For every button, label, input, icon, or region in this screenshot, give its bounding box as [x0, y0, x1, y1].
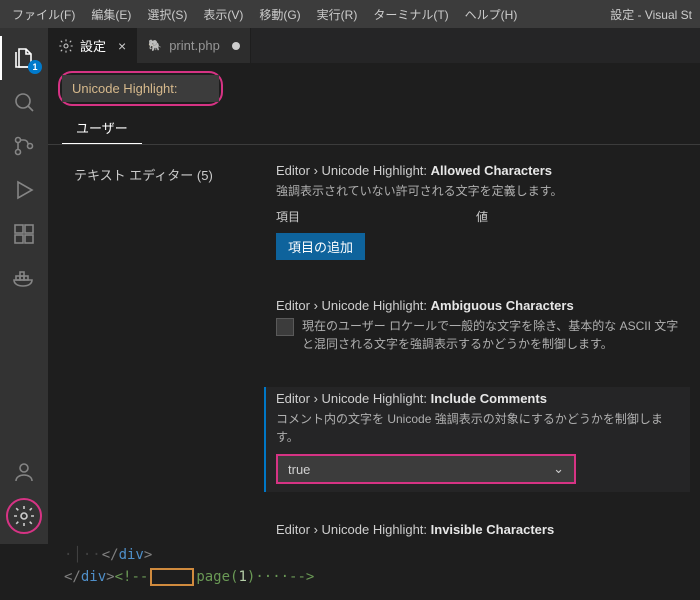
comment-func: page	[196, 569, 230, 585]
include-comments-select[interactable]: true ⌄	[276, 454, 576, 484]
window-title: 設定 - Visual St	[610, 6, 696, 23]
menu-file[interactable]: ファイル(F)	[4, 2, 83, 27]
docker-icon[interactable]	[0, 256, 48, 300]
menu-run[interactable]: 実行(R)	[309, 2, 366, 27]
select-value: true	[288, 462, 310, 477]
menu-go[interactable]: 移動(G)	[251, 2, 308, 27]
gear-icon	[58, 38, 74, 54]
settings-search-input[interactable]	[62, 75, 219, 102]
code-line-1[interactable]: ·│··</div>	[0, 544, 700, 566]
col-value: 値	[476, 208, 488, 225]
setting-path: Editor › Unicode Highlight:	[276, 298, 431, 313]
tab-bar: 設定 × 🐘 print.php	[48, 28, 700, 63]
settings-list[interactable]: Editor › Unicode Highlight: Allowed Char…	[258, 145, 700, 544]
explorer-icon[interactable]: 1	[0, 36, 48, 80]
scope-tab-user[interactable]: ユーザー	[62, 112, 142, 144]
settings-editor: ユーザー テキスト エディター (5) Editor › Unicode Hig…	[48, 63, 700, 544]
menu-view[interactable]: 表示(V)	[195, 2, 251, 27]
accounts-icon[interactable]	[0, 450, 48, 494]
setting-description: コメント内の文字を Unicode 強調表示の対象にするかどうかを制御します。	[276, 410, 684, 446]
comment-arg: 1	[238, 569, 246, 585]
chevron-down-icon: ⌄	[553, 461, 564, 477]
setting-invisible-characters: Editor › Unicode Highlight: Invisible Ch…	[264, 518, 690, 544]
php-file-icon: 🐘	[147, 38, 163, 54]
tag-name: div	[119, 547, 144, 563]
setting-path: Editor › Unicode Highlight:	[276, 163, 431, 178]
scope-tabs: ユーザー	[48, 112, 700, 145]
setting-name: Allowed Characters	[431, 163, 552, 178]
search-icon[interactable]	[0, 80, 48, 124]
tab-printphp[interactable]: 🐘 print.php	[137, 28, 251, 63]
kv-header: 項目 値	[276, 208, 684, 225]
tag-name: div	[81, 569, 106, 585]
setting-title: Editor › Unicode Highlight: Invisible Ch…	[276, 522, 684, 537]
tab-file-label: print.php	[169, 38, 220, 53]
add-item-button[interactable]: 項目の追加	[276, 233, 365, 260]
search-highlight-oval	[58, 71, 223, 106]
menubar: ファイル(F) 編集(E) 選択(S) 表示(V) 移動(G) 実行(R) ター…	[0, 0, 700, 28]
gear-highlight-circle	[6, 498, 42, 534]
setting-name: Ambiguous Characters	[431, 298, 574, 313]
tab-settings[interactable]: 設定 ×	[48, 28, 137, 63]
col-key: 項目	[276, 208, 476, 225]
whitespace-dots: ·│··	[64, 547, 102, 563]
menu-help[interactable]: ヘルプ(H)	[457, 2, 526, 27]
setting-name: Include Comments	[431, 391, 547, 406]
toc-text-editor[interactable]: テキスト エディター (5)	[74, 161, 248, 188]
code-editor-strip: ·│··</div> </div><!--page(1)····-->	[0, 544, 700, 600]
highlight-box	[150, 568, 194, 586]
run-debug-icon[interactable]	[0, 168, 48, 212]
setting-title: Editor › Unicode Highlight: Include Comm…	[276, 391, 684, 406]
menu-terminal[interactable]: ターミナル(T)	[365, 2, 456, 27]
close-icon[interactable]: ×	[118, 38, 126, 54]
source-control-icon[interactable]	[0, 124, 48, 168]
setting-allowed-characters: Editor › Unicode Highlight: Allowed Char…	[264, 159, 690, 268]
activity-bar: 1	[0, 28, 48, 544]
menu-selection[interactable]: 選択(S)	[139, 2, 195, 27]
setting-ambiguous-characters: Editor › Unicode Highlight: Ambiguous Ch…	[264, 294, 690, 361]
manage-gear[interactable]	[0, 494, 48, 538]
code-line-2[interactable]: </div><!--page(1)····-->	[0, 566, 700, 588]
editor-area: 設定 × 🐘 print.php ユーザー テキスト エディター (5)	[48, 28, 700, 544]
setting-name: Invisible Characters	[431, 522, 555, 537]
tab-settings-label: 設定	[80, 36, 106, 55]
setting-path: Editor › Unicode Highlight:	[276, 522, 431, 537]
extensions-icon[interactable]	[0, 212, 48, 256]
settings-search-wrap	[48, 63, 700, 108]
settings-toc: テキスト エディター (5)	[48, 145, 258, 544]
menu-edit[interactable]: 編集(E)	[83, 2, 139, 27]
ambiguous-checkbox[interactable]	[276, 318, 294, 336]
gear-icon	[12, 504, 36, 528]
setting-title: Editor › Unicode Highlight: Ambiguous Ch…	[276, 298, 684, 313]
setting-description: 強調表示されていない許可される文字を定義します。	[276, 182, 684, 200]
setting-description: 現在のユーザー ロケールで一般的な文字を除き、基本的な ASCII 文字と混同さ…	[302, 317, 684, 353]
setting-title: Editor › Unicode Highlight: Allowed Char…	[276, 163, 684, 178]
explorer-badge: 1	[28, 60, 42, 74]
setting-path: Editor › Unicode Highlight:	[276, 391, 431, 406]
setting-include-comments: Editor › Unicode Highlight: Include Comm…	[264, 387, 690, 492]
dirty-indicator-icon	[232, 42, 240, 50]
